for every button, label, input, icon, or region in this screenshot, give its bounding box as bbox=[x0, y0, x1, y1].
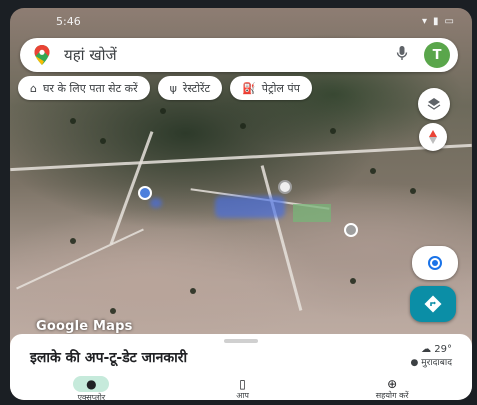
chip-restaurants[interactable]: ψ रेस्टोरेंट bbox=[157, 76, 223, 100]
microphone-icon[interactable] bbox=[392, 45, 412, 65]
nav-label: आप bbox=[236, 390, 249, 400]
explore-icon: ● bbox=[86, 376, 97, 391]
nav-label: सहयोग करें bbox=[375, 390, 409, 400]
chip-label: रेस्टोरेंट bbox=[182, 81, 211, 95]
cloud-icon: ☁ bbox=[421, 344, 432, 355]
active-indicator: ● bbox=[73, 375, 110, 392]
restaurant-icon: ψ bbox=[169, 81, 177, 95]
my-location-icon bbox=[428, 256, 442, 270]
search-bar[interactable]: यहां खोजें T bbox=[20, 38, 458, 72]
sheet-title: इलाके की अप-टू-डेट जानकारी bbox=[30, 350, 188, 366]
my-location-button[interactable] bbox=[412, 246, 458, 280]
weather-temp: 29° bbox=[434, 344, 452, 355]
status-time: 5:46 bbox=[56, 14, 81, 28]
contribute-icon: ⊕ bbox=[387, 376, 398, 391]
wifi-icon: ▾ bbox=[422, 15, 428, 27]
home-icon: ⌂ bbox=[30, 81, 37, 95]
place-marker[interactable] bbox=[138, 186, 152, 200]
category-chips: ⌂ घर के लिए पता सेट करें ψ रेस्टोरेंट ⛽ … bbox=[18, 76, 472, 100]
nav-you[interactable]: ▯ आप bbox=[236, 378, 249, 401]
bottom-sheet[interactable]: इलाके की अप-टू-डेट जानकारी ☁ 29° ● मुराद… bbox=[10, 334, 472, 400]
chip-label: पेट्रोल पंप bbox=[261, 81, 300, 95]
layers-button[interactable] bbox=[418, 88, 450, 120]
compass-button[interactable] bbox=[419, 123, 447, 151]
weather-widget[interactable]: ☁ 29° ● मुरादाबाद bbox=[411, 344, 452, 368]
directions-icon bbox=[424, 295, 442, 313]
nav-contribute[interactable]: ⊕ सहयोग करें bbox=[376, 378, 409, 401]
layers-icon bbox=[427, 98, 441, 110]
status-bar: 5:46 ▾ ▮ ▭ bbox=[10, 8, 472, 34]
google-maps-pin-icon bbox=[34, 45, 50, 65]
signal-icon: ▮ bbox=[433, 15, 439, 27]
chip-gas-stations[interactable]: ⛽ पेट्रोल पंप bbox=[230, 76, 312, 100]
compass-icon bbox=[429, 130, 437, 144]
gas-station-icon: ⛽ bbox=[242, 81, 256, 95]
chip-label: घर के लिए पता सेट करें bbox=[42, 81, 138, 95]
nav-explore[interactable]: ● एक्सप्लोर bbox=[73, 375, 110, 401]
place-marker[interactable] bbox=[344, 223, 358, 237]
drag-handle[interactable] bbox=[224, 339, 258, 343]
poi-dot[interactable] bbox=[278, 180, 292, 194]
directions-button[interactable] bbox=[410, 286, 456, 322]
account-avatar[interactable]: T bbox=[424, 42, 450, 68]
status-icons: ▾ ▮ ▭ bbox=[422, 16, 454, 27]
battery-icon: ▭ bbox=[444, 15, 454, 27]
bottom-nav: ● एक्सप्लोर ▯ आप ⊕ सहयोग करें bbox=[10, 375, 472, 401]
nav-label: एक्सप्लोर bbox=[77, 392, 106, 401]
phone-screen: 5:46 ▾ ▮ ▭ यहां खोजें T ⌂ घर के लिए पता … bbox=[10, 8, 472, 400]
weather-location: मुरादाबाद bbox=[421, 358, 452, 368]
search-input[interactable]: यहां खोजें bbox=[64, 45, 392, 65]
saved-icon: ▯ bbox=[239, 376, 246, 391]
chip-set-home[interactable]: ⌂ घर के लिए पता सेट करें bbox=[18, 76, 150, 100]
google-maps-logo: Google Maps bbox=[36, 319, 133, 334]
